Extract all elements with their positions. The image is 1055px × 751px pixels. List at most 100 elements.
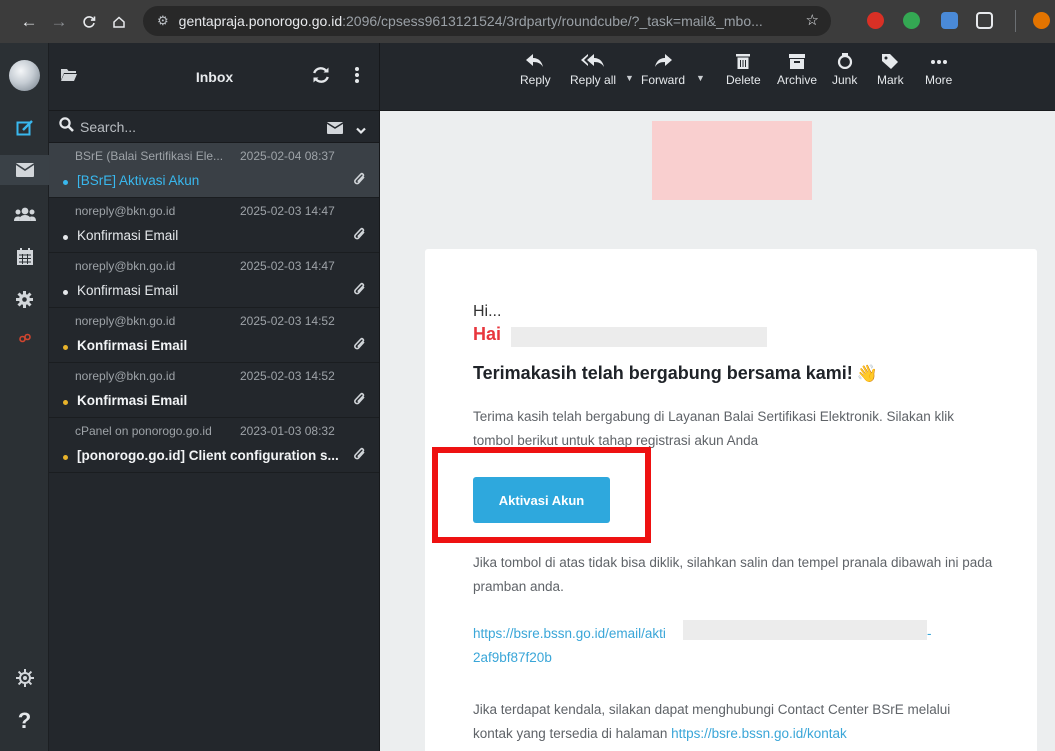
message-subject: [BSrE] Aktivasi Akun xyxy=(77,173,200,188)
junk-button[interactable]: Junk xyxy=(832,53,857,87)
message-toolbar: Reply Reply all ▼ Forward ▼ Delete Archi… xyxy=(380,43,1055,111)
activation-link-end[interactable]: 2af9bf87f20b xyxy=(473,650,552,665)
forward-nav-icon[interactable]: → xyxy=(44,7,74,37)
mark-button[interactable]: Mark xyxy=(877,53,904,87)
list-header: Inbox xyxy=(49,43,379,111)
url-path: :2096/cpsess9613121524/3rdparty/roundcub… xyxy=(342,13,763,29)
more-button[interactable]: More xyxy=(925,53,952,87)
search-bar xyxy=(49,111,379,143)
site-settings-icon[interactable]: ⚙ xyxy=(157,13,169,29)
message-from: noreply@bkn.go.id xyxy=(75,259,176,273)
email-headline: Terimakasih telah bergabung bersama kami… xyxy=(473,363,878,384)
attachment-paperclip-icon xyxy=(353,226,367,247)
reply-all-button[interactable]: Reply all xyxy=(570,53,616,87)
browser-toolbar: ← → ⚙ gentapraja.ponorogo.go.id :2096/cp… xyxy=(0,0,1055,43)
roundcube-logo[interactable] xyxy=(9,60,40,91)
search-options-chevron-down-icon[interactable] xyxy=(356,122,366,140)
message-row-selected[interactable]: BSrE (Balai Sertifikasi Ele... 2025-02-0… xyxy=(49,143,379,198)
attachment-paperclip-icon xyxy=(353,171,367,192)
about-gear-icon[interactable] xyxy=(0,663,49,693)
message-from: cPanel on ponorogo.go.id xyxy=(75,424,212,438)
reply-label: Reply xyxy=(520,73,551,87)
list-options-icon[interactable] xyxy=(355,67,359,88)
forward-icon xyxy=(655,54,672,67)
message-date: 2025-02-03 14:47 xyxy=(240,259,335,273)
plugin-link-icon[interactable] xyxy=(0,323,49,353)
message-from: noreply@bkn.go.id xyxy=(75,369,176,383)
profile-avatar-icon[interactable] xyxy=(1033,12,1050,29)
message-subject: Konfirmasi Email xyxy=(77,393,188,408)
message-row-unread[interactable]: noreply@bkn.go.id 2025-02-03 14:52 Konfi… xyxy=(49,363,379,418)
unread-dot xyxy=(63,400,68,405)
headline-text: Terimakasih telah bergabung bersama kami… xyxy=(473,363,853,383)
reply-all-dropdown-caret[interactable]: ▼ xyxy=(625,73,634,83)
message-list-panel: Inbox BSrE (Balai Sertifikasi Ele... 202… xyxy=(49,43,380,751)
back-icon[interactable]: ← xyxy=(14,7,44,37)
toolbar-divider xyxy=(1015,10,1016,32)
junk-icon xyxy=(837,53,852,69)
message-from: BSrE (Balai Sertifikasi Ele... xyxy=(75,149,224,163)
trash-icon xyxy=(736,54,751,69)
forward-dropdown-caret[interactable]: ▼ xyxy=(696,73,705,83)
extension-icon-green[interactable] xyxy=(903,12,920,29)
delete-button[interactable]: Delete xyxy=(726,53,761,87)
reply-button[interactable]: Reply xyxy=(520,53,551,87)
hai-label: Hai xyxy=(473,324,502,344)
extension-icon-red[interactable] xyxy=(867,12,884,29)
reply-icon xyxy=(526,54,544,67)
address-bar[interactable]: ⚙ gentapraja.ponorogo.go.id :2096/cpsess… xyxy=(143,6,831,36)
compose-icon[interactable] xyxy=(0,113,49,143)
delete-label: Delete xyxy=(726,73,761,87)
message-from: noreply@bkn.go.id xyxy=(75,204,176,218)
greeting: Hi... xyxy=(473,303,502,320)
search-icon[interactable] xyxy=(59,116,74,137)
support-block: Jika terdapat kendala, silakan dapat men… xyxy=(473,698,993,746)
message-row-unread[interactable]: cPanel on ponorogo.go.id 2023-01-03 08:3… xyxy=(49,418,379,473)
activation-link-dash[interactable]: - xyxy=(927,622,932,646)
extensions-puzzle-icon[interactable] xyxy=(976,12,993,29)
email-card: Hi... Hai Terimakasih telah bergabung be… xyxy=(425,249,1037,751)
reload-icon[interactable] xyxy=(74,7,104,37)
forward-label: Forward xyxy=(641,73,686,87)
settings-gear-icon[interactable] xyxy=(0,284,49,314)
message-date: 2025-02-03 14:52 xyxy=(240,314,335,328)
search-input[interactable] xyxy=(80,118,280,135)
attachment-paperclip-icon xyxy=(353,391,367,412)
message-subject: Konfirmasi Email xyxy=(77,338,188,353)
unread-dot xyxy=(63,345,68,350)
message-date: 2025-02-04 08:37 xyxy=(240,149,335,163)
archive-label: Archive xyxy=(777,73,818,87)
message-date: 2023-01-03 08:32 xyxy=(240,424,335,438)
message-row-unread[interactable]: noreply@bkn.go.id 2025-02-03 14:52 Konfi… xyxy=(49,308,379,363)
more-label: More xyxy=(925,73,953,87)
message-row[interactable]: noreply@bkn.go.id 2025-02-03 14:47 Konfi… xyxy=(49,198,379,253)
message-status-dot xyxy=(63,290,68,295)
message-from: noreply@bkn.go.id xyxy=(75,314,176,328)
redacted-link-token xyxy=(683,620,927,640)
mail-icon[interactable] xyxy=(0,155,49,185)
home-icon[interactable] xyxy=(104,7,134,37)
waving-hand-icon: 👋 xyxy=(856,364,878,383)
message-status-dot xyxy=(63,180,68,185)
calendar-icon[interactable] xyxy=(0,241,49,271)
activate-account-button[interactable]: Aktivasi Akun xyxy=(473,477,610,523)
message-subject: [ponorogo.go.id] Client configuration s.… xyxy=(77,448,339,463)
attachment-paperclip-icon xyxy=(353,336,367,357)
help-icon[interactable]: ? xyxy=(0,706,49,736)
reply-all-label: Reply all xyxy=(570,73,617,87)
search-scope-envelope-icon[interactable] xyxy=(326,121,344,139)
message-row[interactable]: noreply@bkn.go.id 2025-02-03 14:47 Konfi… xyxy=(49,253,379,308)
fallback-text: Jika tombol di atas tidak bisa diklik, s… xyxy=(473,555,993,594)
refresh-icon[interactable] xyxy=(311,66,331,89)
archive-button[interactable]: Archive xyxy=(777,53,817,87)
extension-icon-blue[interactable] xyxy=(941,12,958,29)
forward-button[interactable]: Forward xyxy=(641,53,685,87)
bookmark-star-icon[interactable]: ☆ xyxy=(806,11,819,29)
support-link[interactable]: https://bsre.bssn.go.id/kontak xyxy=(671,726,847,741)
activation-link[interactable]: https://bsre.bssn.go.id/email/akti xyxy=(473,626,666,641)
tag-icon xyxy=(882,54,899,69)
archive-icon xyxy=(789,54,805,69)
contacts-icon[interactable] xyxy=(0,199,49,229)
mark-label: Mark xyxy=(877,73,904,87)
more-dots-icon xyxy=(930,60,947,64)
